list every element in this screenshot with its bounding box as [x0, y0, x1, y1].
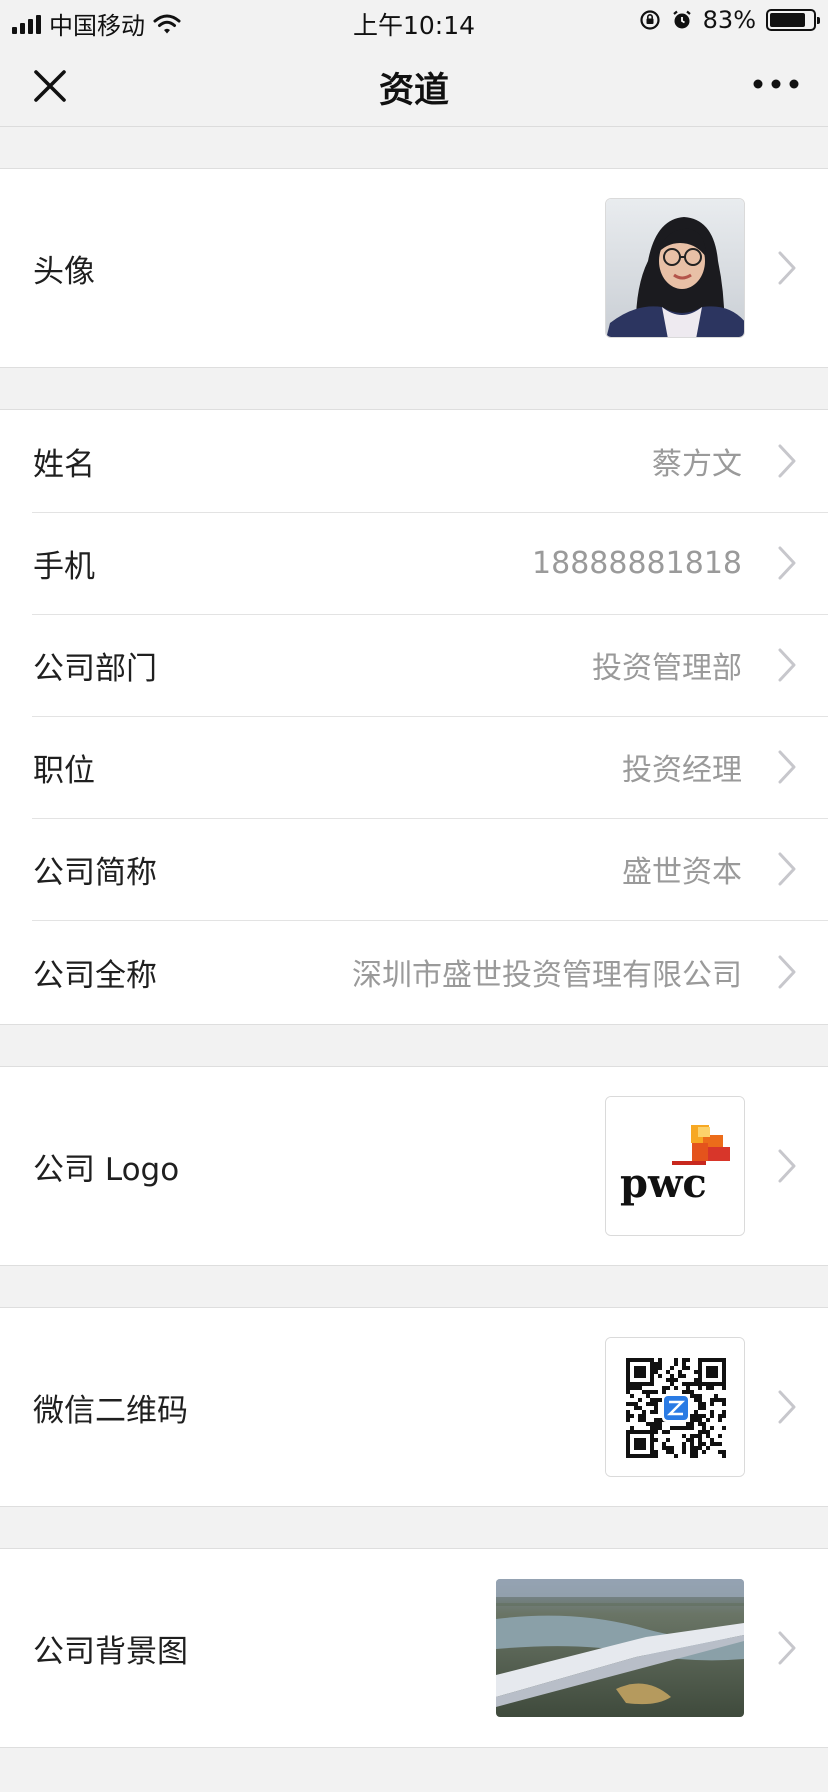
logo-text: pwc [620, 1160, 707, 1207]
name-value: 蔡方文 [652, 447, 742, 482]
chevron-right-icon [778, 852, 796, 886]
position-label: 职位 [33, 752, 95, 789]
company-short-row[interactable]: 公司简称 盛世资本 [0, 818, 828, 920]
name-row[interactable]: 姓名 蔡方文 [0, 410, 828, 512]
chevron-right-icon [778, 1390, 796, 1424]
company-background-image [496, 1579, 744, 1717]
qrcode-group: 微信二维码 [0, 1307, 828, 1507]
alarm-icon [672, 10, 691, 29]
avatar-label: 头像 [33, 253, 95, 290]
battery-percent: 83% [702, 6, 756, 34]
info-group: 姓名 蔡方文 手机 18888881818 公司部门 投资管理部 职位 投资经理… [0, 409, 828, 1025]
chevron-right-icon [778, 1149, 796, 1183]
department-row[interactable]: 公司部门 投资管理部 [0, 614, 828, 716]
status-bar: 中国移动 上午10:14 83% [0, 0, 828, 42]
background-label: 公司背景图 [33, 1633, 188, 1670]
position-value: 投资经理 [622, 753, 742, 788]
company-short-label: 公司简称 [33, 854, 157, 891]
orientation-lock-icon [640, 10, 660, 30]
chevron-right-icon [778, 1631, 796, 1665]
logo-label: 公司 Logo [33, 1151, 180, 1188]
chevron-right-icon [778, 648, 796, 682]
chevron-right-icon [778, 750, 796, 784]
company-logo: pwc [605, 1096, 745, 1236]
chevron-right-icon [778, 955, 796, 989]
department-label: 公司部门 [33, 650, 157, 687]
avatar-group: 头像 [0, 168, 828, 368]
page-title: 资道 [378, 71, 449, 111]
logo-group: 公司 Logo pwc [0, 1066, 828, 1266]
avatar [605, 198, 745, 338]
qrcode-image [605, 1337, 745, 1477]
background-group: 公司背景图 [0, 1548, 828, 1748]
name-label: 姓名 [33, 446, 95, 483]
chevron-right-icon [778, 444, 796, 478]
chevron-right-icon [778, 546, 796, 580]
battery-icon [766, 9, 820, 31]
phone-row[interactable]: 手机 18888881818 [0, 512, 828, 614]
more-icon[interactable] [750, 64, 802, 104]
company-full-value: 深圳市盛世投资管理有限公司 [352, 958, 742, 993]
phone-label: 手机 [33, 548, 95, 585]
department-value: 投资管理部 [592, 651, 742, 686]
company-full-label: 公司全称 [33, 957, 157, 994]
background-row[interactable]: 公司背景图 [0, 1549, 828, 1747]
chevron-right-icon [778, 251, 796, 285]
phone-value: 18888881818 [532, 545, 742, 581]
qrcode-label: 微信二维码 [33, 1392, 188, 1429]
company-full-row[interactable]: 公司全称 深圳市盛世投资管理有限公司 [0, 920, 828, 1024]
company-short-value: 盛世资本 [622, 855, 742, 890]
qrcode-row[interactable]: 微信二维码 [0, 1308, 828, 1506]
avatar-row[interactable]: 头像 [0, 169, 828, 367]
profile-list: 头像 姓名 蔡方文 手机 18888881818 公司部门 投资管理部 职位 投… [0, 127, 828, 1748]
position-row[interactable]: 职位 投资经理 [0, 716, 828, 818]
nav-bar: 资道 [0, 42, 828, 127]
logo-row[interactable]: 公司 Logo pwc [0, 1067, 828, 1265]
